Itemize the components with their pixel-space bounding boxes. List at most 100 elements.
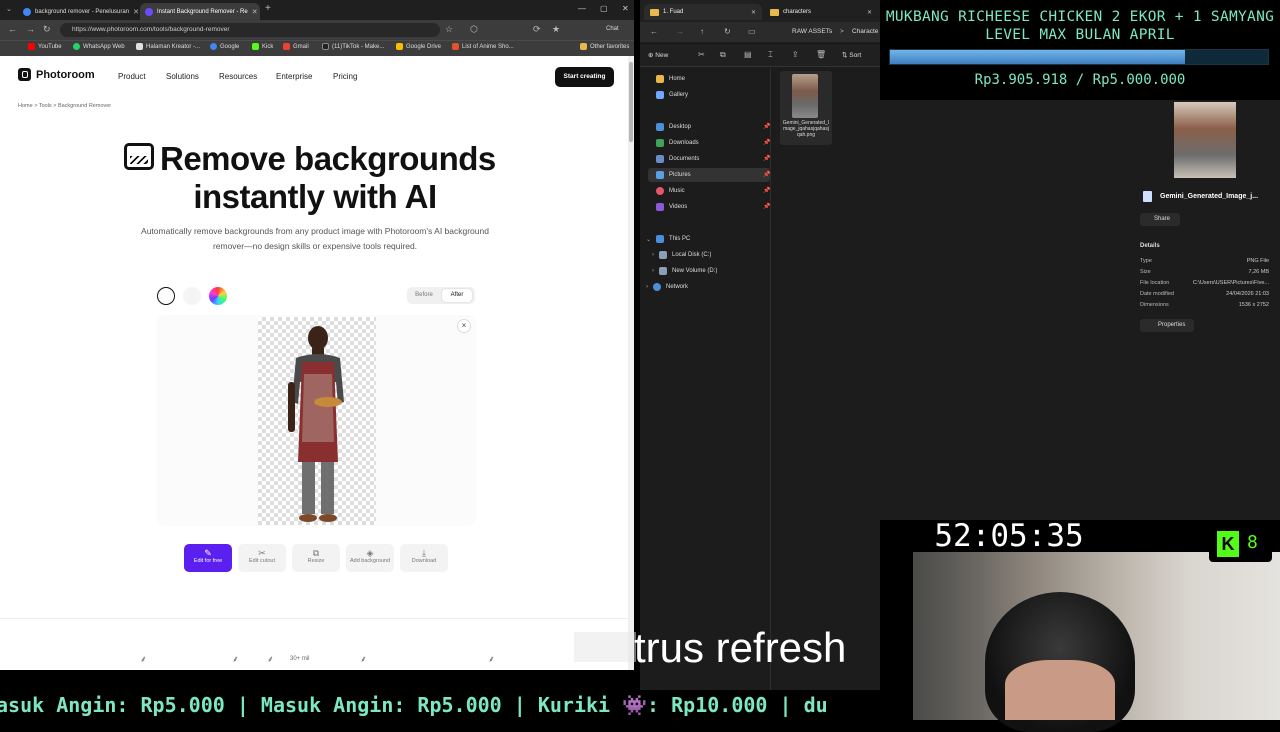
chevron-down-icon: ⌄ <box>646 236 652 243</box>
bookmark-gmail[interactable]: Gmail <box>283 43 309 50</box>
properties-button[interactable]: Properties <box>1140 319 1194 332</box>
refresh-icon[interactable]: ↻ <box>724 27 731 36</box>
home-icon <box>656 75 664 83</box>
extension-icon[interactable]: ⬡ <box>470 24 478 35</box>
close-window-icon[interactable]: ✕ <box>622 4 629 13</box>
nav-product[interactable]: Product <box>118 72 146 81</box>
chat-button[interactable]: Chat <box>606 26 619 32</box>
url-input[interactable]: https://www.photoroom.com/tools/backgrou… <box>60 23 440 37</box>
goal-amount: Rp3.905.918 / Rp5.000.000 <box>974 72 1186 88</box>
path-segment[interactable]: RAW ASSETs <box>792 28 832 35</box>
back-icon[interactable]: ← <box>650 27 658 36</box>
path-segment[interactable]: Characte <box>852 28 878 35</box>
download-button[interactable]: ⤓ Download <box>400 544 448 572</box>
new-button[interactable]: ⊕ New <box>648 51 668 59</box>
swatch-white[interactable] <box>183 287 201 305</box>
nav-resources[interactable]: Resources <box>219 72 257 81</box>
share-icon[interactable]: ⇪ <box>792 50 799 59</box>
nav-enterprise[interactable]: Enterprise <box>276 72 312 81</box>
explorer-tab-fuad[interactable]: 1. Fuad ✕ <box>644 4 762 20</box>
bookmark-whatsapp[interactable]: WhatsApp Web <box>73 43 125 50</box>
back-icon[interactable]: ← <box>8 24 17 34</box>
tab-photoroom[interactable]: Instant Background Remover - Re ✕ <box>140 3 260 20</box>
detail-key: Dimensions <box>1140 302 1169 308</box>
folder-icon <box>650 8 659 16</box>
sidebar-item-pictures[interactable]: Pictures <box>656 171 691 179</box>
tree-network[interactable]: › Network <box>646 283 688 291</box>
forward-icon[interactable]: → <box>676 27 684 36</box>
bookmark-anime-list[interactable]: List of Anime Sho... <box>452 43 514 50</box>
sidebar-item-home[interactable]: Home <box>656 75 685 83</box>
before-button[interactable]: Before <box>410 289 438 302</box>
up-icon[interactable]: ↑ <box>700 27 704 36</box>
copy-icon[interactable]: ⧉ <box>720 50 726 60</box>
start-creating-button[interactable]: Start creating <box>555 67 614 87</box>
bookmark-label: List of Anime Sho... <box>462 43 514 50</box>
add-background-button[interactable]: ◈ Add background <box>346 544 394 572</box>
bookmark-label: Google <box>220 43 240 50</box>
sidebar-item-music[interactable]: Music <box>656 187 685 195</box>
bookmark-youtube[interactable]: YouTube <box>28 43 62 50</box>
laurel-icon: ⸙ <box>488 654 495 664</box>
ticker-text: asuk Angin: Rp5.000 | Masuk Angin: Rp5.0… <box>0 693 828 717</box>
bookmark-kreator[interactable]: Halaman Kreator -... <box>136 43 200 50</box>
photoroom-logo[interactable]: Photoroom <box>18 68 95 81</box>
rename-icon[interactable]: ⌶ <box>768 50 773 60</box>
color-picker-swatch[interactable] <box>209 287 227 305</box>
maximize-icon[interactable]: ▢ <box>600 4 608 13</box>
after-button[interactable]: After <box>442 289 472 302</box>
refresh-ext-icon[interactable]: ⟳ <box>533 24 541 35</box>
delete-icon[interactable]: 🗑 <box>816 50 826 59</box>
tree-local-disk[interactable]: › Local Disk (C:) <box>652 251 711 259</box>
sidebar-item-downloads[interactable]: Downloads <box>656 139 699 147</box>
browser-tab-bar: ⌄ background remover - Penelusuran ✕ Ins… <box>0 0 634 20</box>
scrollbar-thumb[interactable] <box>629 62 633 142</box>
tab-title: characters <box>783 9 812 15</box>
close-tab-icon[interactable]: ✕ <box>867 9 872 16</box>
resize-button[interactable]: ⧉ Resize <box>292 544 340 572</box>
tree-new-volume[interactable]: › New Volume (D:) <box>652 267 717 275</box>
monitor-icon[interactable]: ▭ <box>748 27 756 36</box>
favorites-icon[interactable]: ★ <box>552 24 560 35</box>
tab-google-search[interactable]: background remover - Penelusuran ✕ <box>18 3 138 20</box>
reload-icon[interactable]: ↻ <box>43 24 51 35</box>
laurel-icon: ⸙ <box>267 654 274 664</box>
tab-title: 1. Fuad <box>663 9 684 15</box>
edit-for-free-button[interactable]: ✎ Edit for free <box>184 544 232 572</box>
button-label: Download <box>411 558 437 564</box>
sidebar-item-gallery[interactable]: Gallery <box>656 91 688 99</box>
close-tab-icon[interactable]: ✕ <box>133 8 138 16</box>
pin-icon: 📌 <box>763 204 771 210</box>
bookmark-kick[interactable]: Kick <box>252 43 273 50</box>
close-tab-icon[interactable]: ✕ <box>252 8 258 16</box>
sidebar-item-videos[interactable]: Videos <box>656 203 687 211</box>
tree-this-pc[interactable]: ⌄ This PC <box>646 235 690 243</box>
gmail-icon <box>283 43 290 50</box>
sidebar-item-documents[interactable]: Documents <box>656 155 699 163</box>
bookmark-other-favorites[interactable]: Other favorites <box>580 43 629 50</box>
forward-icon[interactable]: → <box>26 24 35 34</box>
breadcrumb[interactable]: Home > Tools > Background Remover <box>18 103 111 109</box>
tab-list-chevron-icon[interactable]: ⌄ <box>6 5 12 13</box>
bookmark-label: YouTube <box>38 43 62 50</box>
bookmark-google[interactable]: Google <box>210 43 239 50</box>
share-button[interactable]: Share <box>1140 213 1180 226</box>
nav-pricing[interactable]: Pricing <box>333 72 357 81</box>
star-icon[interactable]: ☆ <box>445 24 453 35</box>
cut-icon[interactable]: ✂ <box>698 50 705 59</box>
new-tab-icon[interactable]: + <box>265 3 271 14</box>
edit-cutout-button[interactable]: ✂ Edit cutout <box>238 544 286 572</box>
bookmark-tiktok[interactable]: (11)TikTok - Make... <box>322 43 384 50</box>
sort-button[interactable]: ⇅ Sort <box>842 51 861 59</box>
close-preview-button[interactable]: × <box>457 319 471 333</box>
swatch-transparent[interactable] <box>157 287 175 305</box>
close-tab-icon[interactable]: ✕ <box>751 9 756 16</box>
nav-solutions[interactable]: Solutions <box>166 72 199 81</box>
explorer-command-bar: ⊕ New ✂ ⧉ ▤ ⌶ ⇪ 🗑 ⇅ Sort <box>640 45 880 67</box>
minimize-icon[interactable]: — <box>578 4 586 13</box>
paste-icon[interactable]: ▤ <box>744 50 752 59</box>
sidebar-item-desktop[interactable]: Desktop <box>656 123 691 131</box>
bookmark-google-drive[interactable]: Google Drive <box>396 43 441 50</box>
page-scrollbar[interactable] <box>628 56 634 670</box>
explorer-tab-characters[interactable]: characters ✕ <box>764 4 878 20</box>
